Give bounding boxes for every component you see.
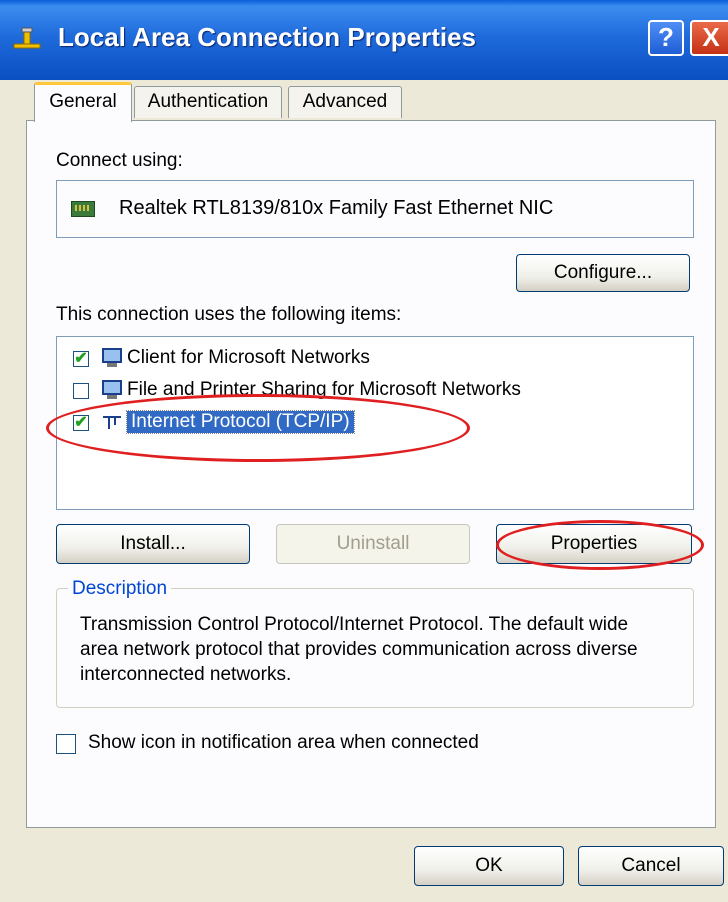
- description-title: Description: [68, 578, 172, 600]
- tab-authentication[interactable]: Authentication: [134, 86, 282, 118]
- item-label: Internet Protocol (TCP/IP): [126, 410, 355, 434]
- description-text: Transmission Control Protocol/Internet P…: [80, 614, 638, 685]
- ok-button[interactable]: OK: [414, 846, 564, 886]
- item-label: Client for Microsoft Networks: [127, 347, 370, 368]
- network-connection-icon: [13, 27, 41, 49]
- close-button[interactable]: X: [690, 20, 728, 56]
- item-checkbox-checked[interactable]: ✔: [73, 351, 89, 367]
- window-title: Local Area Connection Properties: [58, 22, 477, 52]
- help-button[interactable]: ?: [648, 20, 684, 56]
- adapter-name: Realtek RTL8139/810x Family Fast Etherne…: [119, 197, 554, 219]
- item-checkbox-unchecked[interactable]: [73, 383, 89, 399]
- tab-general[interactable]: General: [34, 82, 132, 122]
- configure-button[interactable]: Configure...: [516, 254, 690, 292]
- item-checkbox-checked[interactable]: ✔: [73, 415, 89, 431]
- adapter-field: Realtek RTL8139/810x Family Fast Etherne…: [56, 180, 694, 238]
- item-label: File and Printer Sharing for Microsoft N…: [127, 379, 521, 400]
- uninstall-button[interactable]: Uninstall: [276, 524, 470, 564]
- network-protocol-icon: [103, 416, 121, 429]
- tab-advanced[interactable]: Advanced: [288, 86, 402, 118]
- items-list[interactable]: ✔ Client for Microsoft Networks File and…: [56, 336, 694, 510]
- items-label: This connection uses the following items…: [56, 304, 402, 325]
- install-button[interactable]: Install...: [56, 524, 250, 564]
- file-printer-sharing-icon: [102, 380, 122, 399]
- network-client-icon: [102, 348, 122, 367]
- show-icon-label[interactable]: Show icon in notification area when conn…: [88, 732, 479, 754]
- connect-using-label: Connect using:: [56, 150, 183, 171]
- properties-button[interactable]: Properties: [496, 524, 692, 564]
- cancel-button[interactable]: Cancel: [578, 846, 724, 886]
- show-icon-checkbox[interactable]: [56, 734, 76, 754]
- network-card-icon: [71, 201, 95, 217]
- title-bar[interactable]: Local Area Connection Properties ? X: [0, 0, 728, 80]
